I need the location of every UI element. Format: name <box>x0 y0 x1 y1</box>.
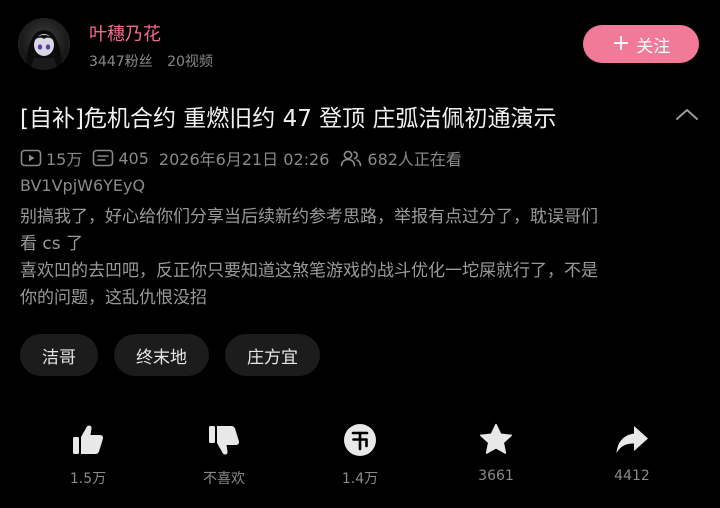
description-line: 喜欢凹的去凹吧，反正你只要知道这煞笔游戏的战斗优化一坨屎就行了，不是 <box>20 261 598 281</box>
uploader-header: 叶穗乃花 3447粉丝 20视频 + 关注 <box>0 0 720 86</box>
video-title: [自补]危机合约 重燃旧约 47 登顶 庄弧洁佩初通演示 <box>20 106 557 132</box>
view-count: 15万 <box>46 150 83 169</box>
follow-button[interactable]: + 关注 <box>583 25 699 63</box>
share-icon <box>616 426 648 453</box>
follow-label: 关注 <box>636 36 671 57</box>
dislike-label: 不喜欢 <box>203 471 245 487</box>
description-line: 看 cs 了 <box>20 234 84 254</box>
share-button[interactable]: 4412 <box>582 416 682 484</box>
description-line: 别搞我了，好心给你们分享当后续新约参考思路，举报有点过分了，耽误哥们 <box>20 207 598 227</box>
description-line: 你的问题，这乱仇恨没招 <box>20 288 207 308</box>
avatar-image <box>26 30 62 70</box>
like-button[interactable]: 1.5万 <box>38 416 138 488</box>
danmaku-icon <box>93 149 114 167</box>
watching-count: 682人正在看 <box>367 150 462 169</box>
watching-stat: 682人正在看 <box>339 146 462 170</box>
danmaku-stat: 405 <box>92 149 149 168</box>
favorite-button[interactable]: 3661 <box>446 416 546 484</box>
dislike-button[interactable]: 不喜欢 <box>174 416 274 488</box>
view-stat: 15万 <box>20 146 82 170</box>
video-description: 别搞我了，好心给你们分享当后续新约参考思路，举报有点过分了，耽误哥们 看 cs … <box>20 204 700 312</box>
viewers-icon <box>341 150 362 167</box>
publish-date: 2026年6月21日 02:26 <box>158 150 330 169</box>
coin-count: 1.4万 <box>341 471 379 487</box>
author-name[interactable]: 叶穗乃花 <box>89 20 161 46</box>
share-count: 4412 <box>614 468 650 484</box>
like-count: 1.5万 <box>69 471 107 487</box>
video-stats: 15万 405 2026年6月21日 02:26 682人正在看 <box>20 147 472 169</box>
coin-button[interactable]: 1.4万 <box>310 416 410 488</box>
danmaku-count: 405 <box>118 148 149 168</box>
favorite-count: 3661 <box>478 468 514 484</box>
follower-count: 3447粉丝 <box>89 54 153 70</box>
plus-icon: + <box>611 31 631 56</box>
star-icon <box>480 423 512 454</box>
play-count-icon <box>20 149 42 167</box>
avatar[interactable] <box>18 18 70 70</box>
tag-item[interactable]: 庄方宜 <box>225 334 320 376</box>
action-bar: 1.5万 不喜欢 1.4万 3661 4412 <box>0 416 720 496</box>
thumbs-down-icon <box>209 426 240 455</box>
chevron-up-icon[interactable] <box>674 104 700 126</box>
tag-item[interactable]: 洁哥 <box>20 334 98 376</box>
tag-list: 洁哥 终末地 庄方宜 <box>20 334 320 376</box>
video-count: 20视频 <box>167 54 213 70</box>
coin-icon <box>344 424 376 456</box>
bvid[interactable]: BV1VpjW6YEyQ <box>20 176 145 195</box>
tag-item[interactable]: 终末地 <box>114 334 209 376</box>
author-stats: 3447粉丝 20视频 <box>89 51 223 71</box>
thumbs-up-icon <box>73 425 104 454</box>
